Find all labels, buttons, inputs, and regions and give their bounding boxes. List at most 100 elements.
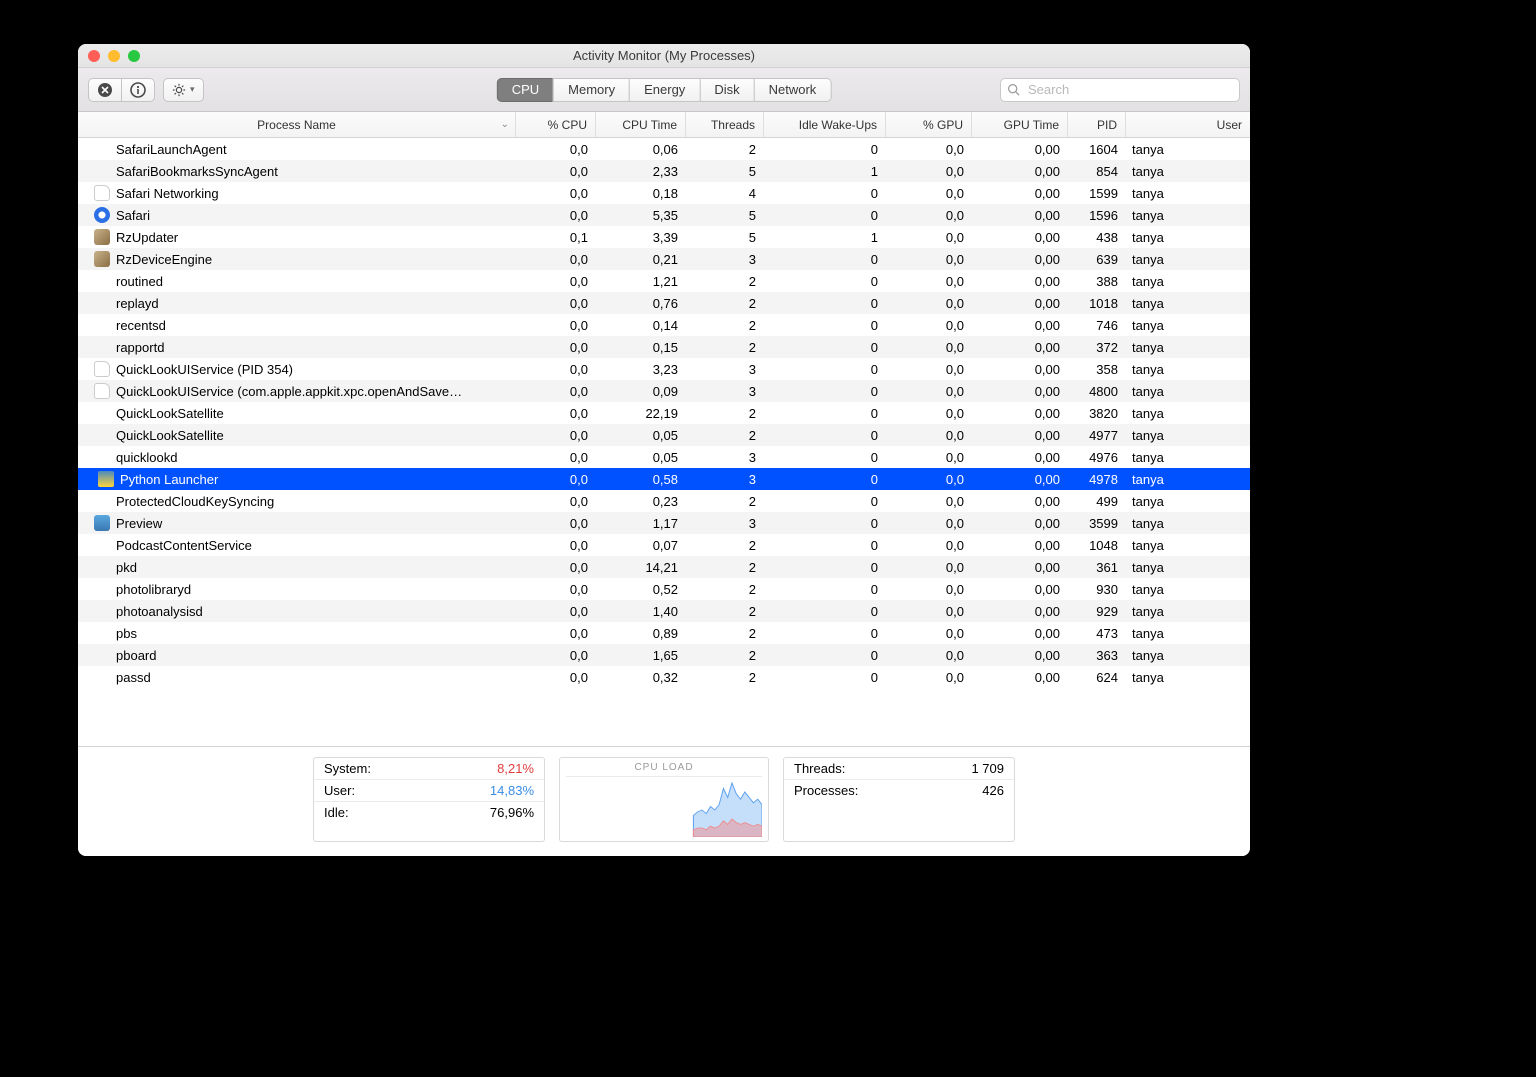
process-row[interactable]: recentsd0,00,14200,00,00746tanya [78, 314, 1250, 336]
cell-ctime: 2,33 [596, 164, 686, 179]
process-row[interactable]: pbs0,00,89200,00,00473tanya [78, 622, 1250, 644]
cell-iwu: 0 [764, 252, 886, 267]
cpu-load-chart [566, 777, 762, 837]
cell-name: PodcastContentService [78, 537, 516, 553]
process-row[interactable]: routined0,01,21200,00,00388tanya [78, 270, 1250, 292]
col-threads[interactable]: Threads [686, 112, 764, 137]
cell-cpu: 0,0 [516, 670, 596, 685]
cell-cpu: 0,0 [516, 450, 596, 465]
process-name-label: passd [116, 670, 151, 685]
tab-cpu[interactable]: CPU [497, 78, 553, 102]
process-row[interactable]: QuickLookUIService (PID 354)0,03,23300,0… [78, 358, 1250, 380]
maximize-window-button[interactable] [128, 50, 140, 62]
cell-ctime: 22,19 [596, 406, 686, 421]
tab-memory[interactable]: Memory [553, 78, 629, 102]
cell-cpu: 0,0 [516, 472, 596, 487]
close-window-button[interactable] [88, 50, 100, 62]
process-row[interactable]: passd0,00,32200,00,00624tanya [78, 666, 1250, 688]
cell-user: tanya [1126, 670, 1250, 685]
system-value: 8,21% [497, 761, 534, 776]
cell-cpu: 0,0 [516, 494, 596, 509]
process-row[interactable]: SafariLaunchAgent0,00,06200,00,001604tan… [78, 138, 1250, 160]
process-row[interactable]: QuickLookSatellite0,022,19200,00,003820t… [78, 402, 1250, 424]
process-icon [94, 229, 110, 245]
col-cpu[interactable]: % CPU [516, 112, 596, 137]
process-row[interactable]: Safari0,05,35500,00,001596tanya [78, 204, 1250, 226]
cell-thr: 3 [686, 516, 764, 531]
cell-user: tanya [1126, 428, 1250, 443]
cell-user: tanya [1126, 362, 1250, 377]
process-row[interactable]: PodcastContentService0,00,07200,00,00104… [78, 534, 1250, 556]
col-cpu-time[interactable]: CPU Time [596, 112, 686, 137]
cell-pid: 4977 [1068, 428, 1126, 443]
process-row[interactable]: Safari Networking0,00,18400,00,001599tan… [78, 182, 1250, 204]
process-row[interactable]: QuickLookUIService (com.apple.appkit.xpc… [78, 380, 1250, 402]
col-idle-wakeups[interactable]: Idle Wake-Ups [764, 112, 886, 137]
cell-gtime: 0,00 [972, 626, 1068, 641]
process-row[interactable]: pkd0,014,21200,00,00361tanya [78, 556, 1250, 578]
process-row[interactable]: RzUpdater0,13,39510,00,00438tanya [78, 226, 1250, 248]
stop-process-button[interactable] [88, 78, 121, 102]
cell-pid: 624 [1068, 670, 1126, 685]
process-row[interactable]: replayd0,00,76200,00,001018tanya [78, 292, 1250, 314]
col-pid[interactable]: PID [1068, 112, 1126, 137]
process-row[interactable]: photolibraryd0,00,52200,00,00930tanya [78, 578, 1250, 600]
cell-gpu: 0,0 [886, 142, 972, 157]
process-name-label: QuickLookUIService (com.apple.appkit.xpc… [116, 384, 462, 399]
process-name-label: RzDeviceEngine [116, 252, 212, 267]
cell-user: tanya [1126, 296, 1250, 311]
search-field[interactable] [1000, 78, 1240, 102]
process-name-label: pkd [116, 560, 137, 575]
cell-iwu: 0 [764, 384, 886, 399]
cell-iwu: 0 [764, 472, 886, 487]
inspect-process-button[interactable] [121, 78, 155, 102]
col-process-name[interactable]: Process Name⌄ [78, 112, 516, 137]
toolbar-left-group [88, 78, 155, 102]
view-options-menu[interactable]: ▾ [163, 78, 204, 102]
cell-pid: 1599 [1068, 186, 1126, 201]
col-gpu[interactable]: % GPU [886, 112, 972, 137]
tab-network[interactable]: Network [754, 78, 832, 102]
cell-thr: 2 [686, 318, 764, 333]
cell-iwu: 0 [764, 428, 886, 443]
process-row[interactable]: photoanalysisd0,01,40200,00,00929tanya [78, 600, 1250, 622]
process-icon [94, 317, 110, 333]
cell-iwu: 1 [764, 230, 886, 245]
cell-pid: 929 [1068, 604, 1126, 619]
cell-gpu: 0,0 [886, 428, 972, 443]
minimize-window-button[interactable] [108, 50, 120, 62]
cell-user: tanya [1126, 384, 1250, 399]
tab-segmented-control: CPU Memory Energy Disk Network [497, 78, 832, 102]
cell-ctime: 1,17 [596, 516, 686, 531]
col-user[interactable]: User [1126, 112, 1250, 137]
counts-panel: Threads:1 709 Processes:426 [783, 757, 1015, 842]
process-table-body[interactable]: SafariLaunchAgent0,00,06200,00,001604tan… [78, 138, 1250, 746]
process-row[interactable]: Python Launcher0,00,58300,00,004978tanya [78, 468, 1250, 490]
process-name-label: Preview [116, 516, 162, 531]
cell-iwu: 0 [764, 208, 886, 223]
process-row[interactable]: rapportd0,00,15200,00,00372tanya [78, 336, 1250, 358]
tab-disk[interactable]: Disk [699, 78, 753, 102]
cell-cpu: 0,0 [516, 384, 596, 399]
cell-ctime: 0,09 [596, 384, 686, 399]
process-row[interactable]: Preview0,01,17300,00,003599tanya [78, 512, 1250, 534]
cell-iwu: 0 [764, 604, 886, 619]
cell-user: tanya [1126, 516, 1250, 531]
process-row[interactable]: quicklookd0,00,05300,00,004976tanya [78, 446, 1250, 468]
process-row[interactable]: SafariBookmarksSyncAgent0,02,33510,00,00… [78, 160, 1250, 182]
tab-energy[interactable]: Energy [629, 78, 699, 102]
cell-cpu: 0,0 [516, 560, 596, 575]
process-row[interactable]: RzDeviceEngine0,00,21300,00,00639tanya [78, 248, 1250, 270]
process-row[interactable]: ProtectedCloudKeySyncing0,00,23200,00,00… [78, 490, 1250, 512]
cell-cpu: 0,0 [516, 626, 596, 641]
cell-iwu: 0 [764, 494, 886, 509]
cell-name: replayd [78, 295, 516, 311]
process-row[interactable]: QuickLookSatellite0,00,05200,00,004977ta… [78, 424, 1250, 446]
user-label: User: [324, 783, 355, 798]
search-input[interactable] [1026, 81, 1233, 98]
process-row[interactable]: pboard0,01,65200,00,00363tanya [78, 644, 1250, 666]
col-gpu-time[interactable]: GPU Time [972, 112, 1068, 137]
cell-user: tanya [1126, 494, 1250, 509]
cell-user: tanya [1126, 318, 1250, 333]
cell-cpu: 0,1 [516, 230, 596, 245]
